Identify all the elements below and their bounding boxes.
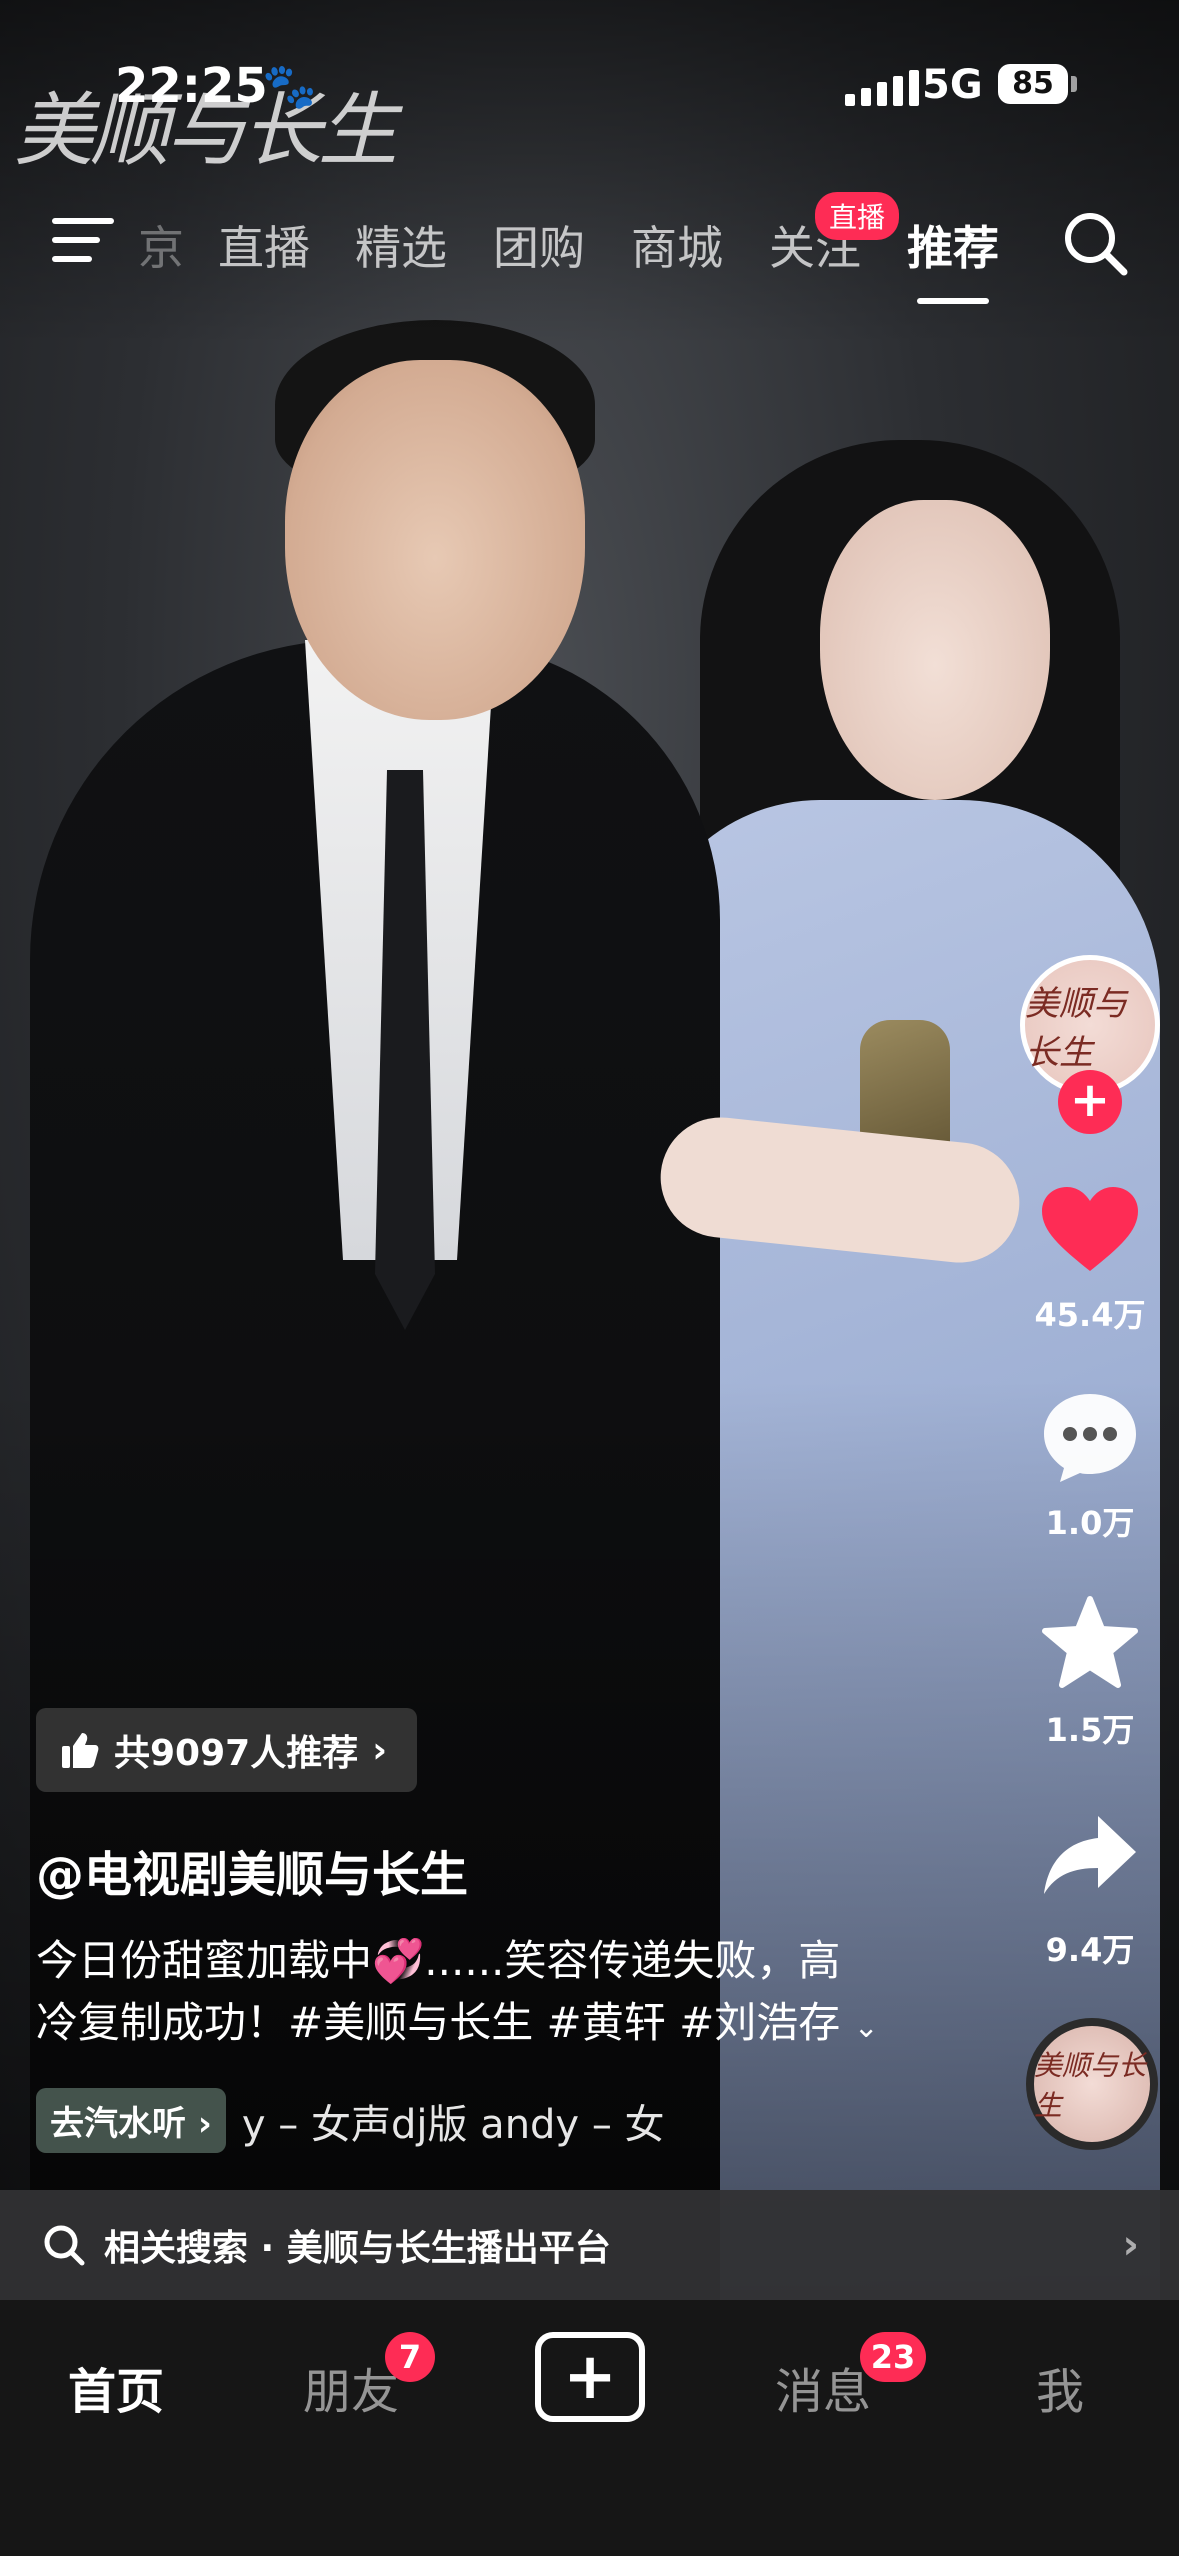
author-name[interactable]: @电视剧美顺与长生 [36, 1835, 468, 1905]
like-count: 45.4万 [1034, 1296, 1146, 1334]
thumbs-up-icon [62, 1733, 99, 1768]
soda-listen-button[interactable]: 去汽水听 › [36, 2088, 226, 2153]
status-time: 22:25 [115, 58, 268, 114]
tab-recommended[interactable]: 推荐 [907, 212, 999, 278]
caption-line-2: 冷复制成功！#美顺与长生 #黄轩 #刘浩存 [36, 1998, 841, 2047]
music-row: 去汽水听 › y – 女声dj版 andy – 女 [36, 2088, 782, 2153]
search-icon[interactable] [1060, 208, 1130, 282]
related-search-label: 相关搜索 · 美顺与长生播出平台 [104, 2228, 611, 2269]
comment-count: 1.0万 [1045, 1504, 1135, 1542]
tab-featured[interactable]: 精选 [355, 212, 447, 278]
nav-friends[interactable]: 朋友 [303, 2352, 399, 2422]
active-tab-indicator [917, 298, 989, 304]
tab-live[interactable]: 直播 [218, 212, 310, 278]
share-count: 9.4万 [1045, 1931, 1135, 1969]
video-caption[interactable]: 今日份甜蜜加载中💞......笑容传递失败，高 冷复制成功！#美顺与长生 #黄轩… [36, 1930, 896, 2059]
paw-icon: 🐾 [262, 61, 317, 112]
tab-mall[interactable]: 商城 [631, 212, 723, 278]
chevron-right-icon: › [1122, 2222, 1139, 2268]
menu-icon[interactable] [52, 218, 114, 275]
avatar-logo-text: 美顺与长生 [1025, 984, 1127, 1073]
expand-chevron-icon[interactable]: ⌄ [854, 2010, 879, 2045]
search-icon [44, 2225, 85, 2266]
related-search-bar[interactable]: 相关搜索 · 美顺与长生播出平台 › [0, 2190, 1179, 2300]
comment-icon[interactable] [1040, 1390, 1140, 1489]
signal-icon [845, 68, 919, 106]
chevron-right-icon: › [372, 1729, 388, 1771]
like-icon[interactable] [1040, 1185, 1140, 1279]
share-icon[interactable] [1040, 1810, 1140, 1904]
recommend-count-pill[interactable]: 共9097人推荐 › [36, 1708, 418, 1792]
caption-line-1: 今日份甜蜜加载中💞......笑容传递失败，高 [36, 1936, 841, 1985]
music-title-marquee[interactable]: y – 女声dj版 andy – 女 [242, 2092, 782, 2150]
follow-button[interactable]: + [1058, 1070, 1122, 1134]
live-badge: 直播 [815, 192, 900, 240]
music-disc-logo-text: 美顺与长生 [1034, 2049, 1147, 2122]
favorite-star-icon[interactable] [1040, 1595, 1140, 1694]
battery-tip [1071, 76, 1077, 92]
create-button[interactable]: + [535, 2332, 645, 2422]
nav-me[interactable]: 我 [1036, 2352, 1084, 2422]
music-disc[interactable]: 美顺与长生 [1026, 2018, 1158, 2150]
network-type: 5G [922, 62, 983, 108]
nav-messages[interactable]: 消息 [775, 2352, 871, 2422]
tab-group-buy[interactable]: 团购 [493, 212, 585, 278]
recommend-count-label: 共9097人推荐 [114, 1733, 359, 1774]
battery-icon: 85 [998, 64, 1068, 104]
messages-badge: 23 [860, 2332, 926, 2382]
nav-home[interactable]: 首页 [68, 2352, 164, 2422]
favorite-count: 1.5万 [1045, 1711, 1135, 1749]
tab-partial[interactable]: 京 [138, 212, 184, 278]
friends-badge: 7 [385, 2332, 435, 2382]
